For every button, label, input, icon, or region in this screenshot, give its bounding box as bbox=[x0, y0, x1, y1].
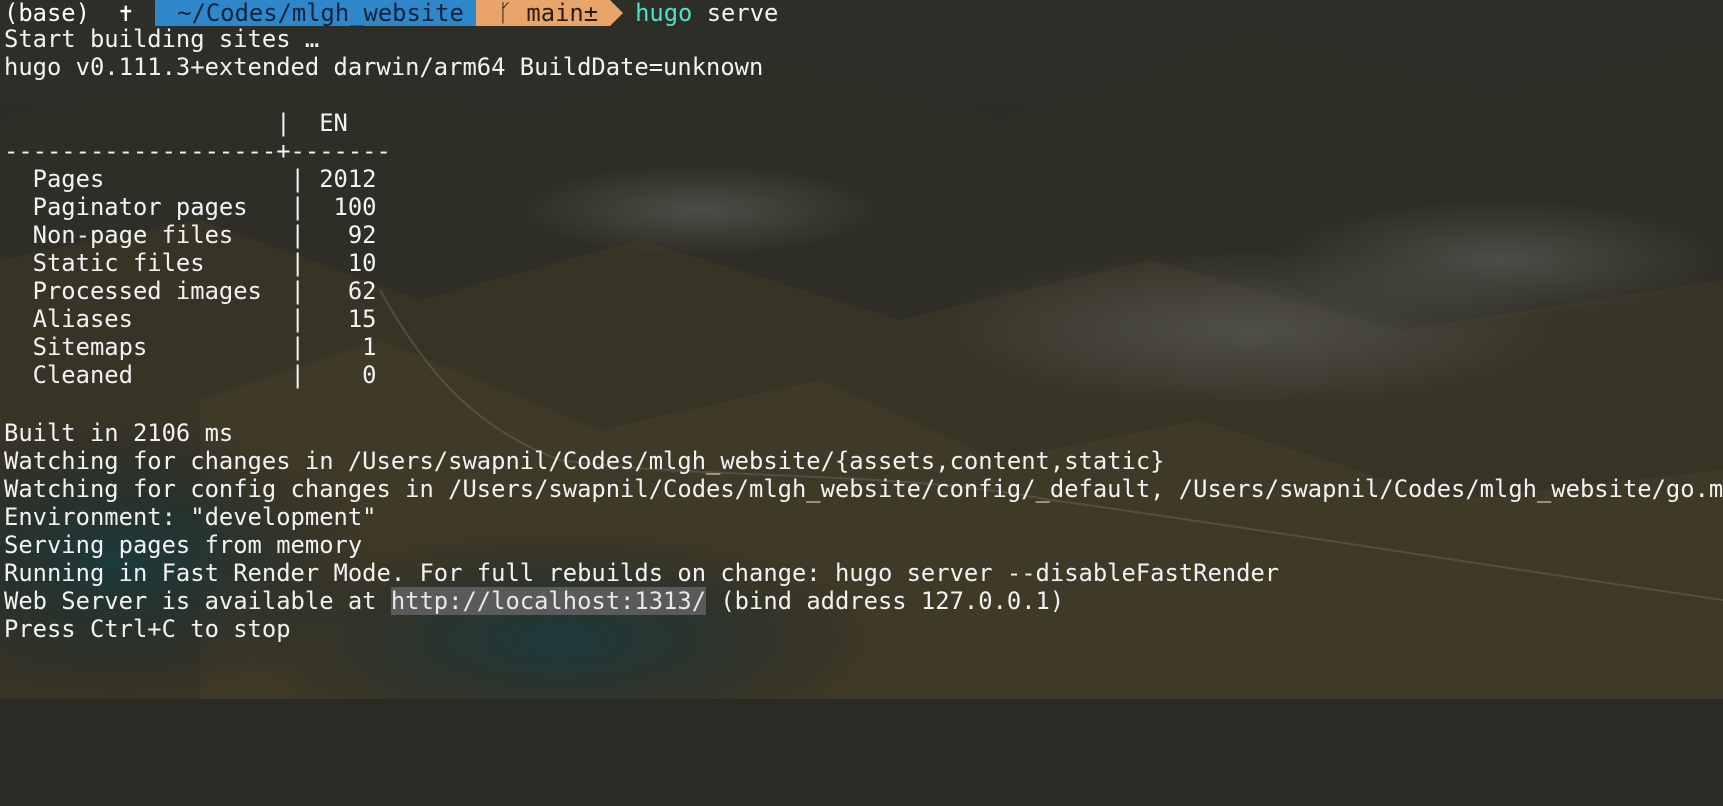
output-line: Serving pages from memory bbox=[4, 531, 363, 559]
web-server-suffix: (bind address 127.0.0.1) bbox=[706, 587, 1065, 615]
output-line: Running in Fast Render Mode. For full re… bbox=[4, 559, 1280, 587]
stats-table-row: Static files | 10 bbox=[4, 249, 377, 277]
localhost-link[interactable]: http://localhost:1313/ bbox=[390, 587, 707, 615]
output-line: Environment: "development" bbox=[4, 503, 377, 531]
stats-table-row: Sitemaps | 1 bbox=[4, 333, 377, 361]
output-line: Watching for changes in /Users/swapnil/C… bbox=[4, 447, 1165, 475]
shell-prompt: (base) ✝ ~/Codes/mlgh_website ᚴ main± hugo… bbox=[0, 0, 778, 29]
command-name: hugo bbox=[635, 0, 693, 27]
conda-env-label: (base) bbox=[4, 0, 90, 27]
prompt-git-segment: ᚴ main± bbox=[475, 0, 611, 26]
output-line: Watching for config changes in /Users/sw… bbox=[4, 475, 1723, 503]
stats-table-row: Aliases | 15 bbox=[4, 305, 377, 333]
stats-table-row: Non-page files | 92 bbox=[4, 221, 377, 249]
stats-table-row: Processed images | 62 bbox=[4, 277, 377, 305]
stats-table-row: Pages | 2012 bbox=[4, 165, 377, 193]
dagger-icon: ✝ bbox=[118, 0, 133, 27]
stats-table-header: | EN bbox=[4, 109, 348, 137]
terminal-window[interactable]: (base) ✝ ~/Codes/mlgh_website ᚴ main± hugo… bbox=[0, 0, 1723, 699]
output-line: Built in 2106 ms bbox=[4, 419, 234, 447]
web-server-prefix: Web Server is available at bbox=[4, 587, 391, 615]
output-line: Start building sites … bbox=[4, 25, 320, 53]
command-args: serve bbox=[692, 0, 779, 27]
stats-table-separator: -------------------+------- bbox=[4, 137, 391, 165]
output-line: Press Ctrl+C to stop bbox=[4, 615, 291, 643]
web-server-line: Web Server is available at http://localh… bbox=[4, 586, 1064, 617]
powerline-separator-icon bbox=[610, 0, 624, 26]
output-line: hugo v0.111.3+extended darwin/arm64 Buil… bbox=[4, 53, 764, 81]
prompt-env-segment: (base) ✝ bbox=[0, 0, 155, 26]
command-line: hugo serve bbox=[623, 0, 778, 29]
stats-table-row: Paginator pages | 100 bbox=[4, 193, 377, 221]
stats-table-row: Cleaned | 0 bbox=[4, 361, 377, 389]
prompt-dir-segment: ~/Codes/mlgh_website bbox=[155, 0, 476, 26]
